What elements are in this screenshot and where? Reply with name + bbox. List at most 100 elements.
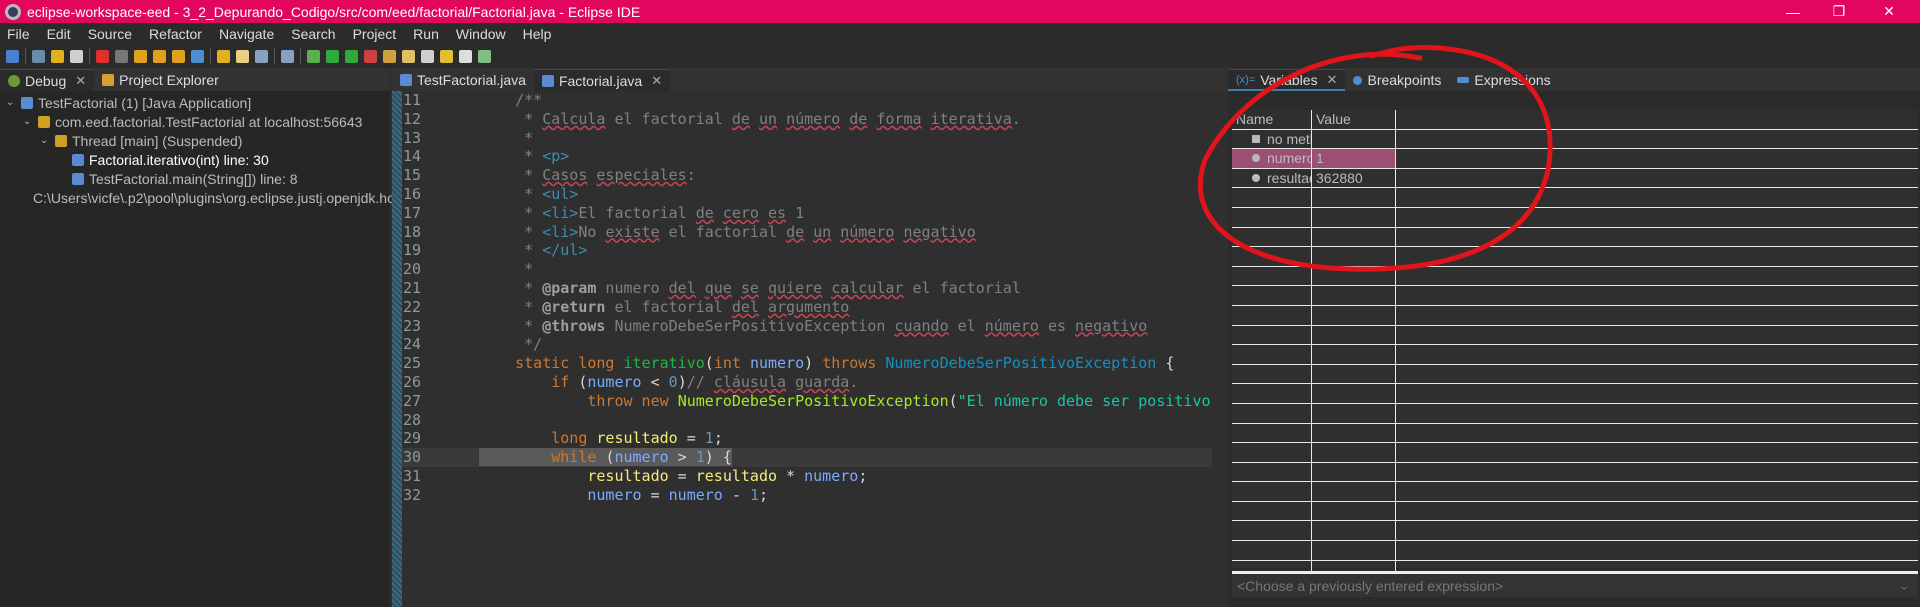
cell — [1396, 267, 1918, 286]
cell — [1396, 326, 1918, 345]
code-text: * — [479, 129, 533, 148]
code-token: * — [479, 297, 543, 316]
variable-row[interactable]: resultado362880 — [1232, 168, 1918, 189]
forward-icon[interactable] — [459, 49, 472, 63]
open-type-icon[interactable] — [383, 49, 396, 63]
code-token: NumeroDebeSerPositivoException — [677, 391, 949, 410]
code-line: 20 * — [402, 260, 1212, 279]
tree-item[interactable]: ⌄ Thread [main] (Suspended) — [0, 131, 390, 150]
terminate-icon[interactable] — [96, 49, 109, 63]
code-token: - — [722, 485, 750, 504]
debug-icon[interactable] — [307, 49, 320, 63]
menu-file[interactable]: File — [0, 26, 40, 42]
cell — [1312, 501, 1396, 521]
code-text: static long iterativo(int numero) throws… — [479, 354, 1174, 373]
tab-breakpoints[interactable]: Breakpoints — [1345, 69, 1449, 91]
menu-source[interactable]: Source — [81, 26, 142, 42]
menu-edit[interactable]: Edit — [40, 26, 81, 42]
console-icon[interactable] — [6, 49, 19, 63]
cell — [1312, 266, 1396, 286]
maximize-button[interactable]: ❐ — [1816, 0, 1862, 23]
menu-window[interactable]: Window — [449, 26, 516, 42]
code-token: > — [668, 448, 696, 467]
tree-item[interactable]: TestFactorial.main(String[]) line: 8 — [0, 169, 390, 188]
minimize-button[interactable]: — — [1770, 0, 1816, 23]
menu-project[interactable]: Project — [346, 26, 407, 42]
code-area[interactable]: 11 /** 12 * Calcula el factorial de un nú… — [402, 91, 1212, 607]
menu-run[interactable]: Run — [406, 26, 449, 42]
line-number: 22 — [403, 297, 422, 316]
menu-refactor[interactable]: Refactor — [142, 26, 212, 42]
use-step-filters-icon[interactable] — [217, 49, 230, 63]
cell — [1396, 384, 1918, 403]
back-icon[interactable] — [440, 49, 453, 63]
variable-row[interactable]: no metho — [1232, 129, 1918, 150]
step-into-icon[interactable] — [134, 49, 147, 63]
column-name[interactable]: Name — [1232, 110, 1312, 129]
code-token: : — [686, 166, 696, 185]
tab-variables[interactable]: (x)= Variables ✕ — [1228, 69, 1346, 91]
tab-testfactorial-java[interactable]: TestFactorial.java — [392, 69, 534, 91]
search-icon[interactable] — [402, 49, 415, 63]
close-tab-icon[interactable]: ✕ — [75, 73, 86, 89]
tab-debug[interactable]: Debug ✕ — [0, 69, 95, 91]
cell — [1396, 286, 1918, 305]
tab-project-explorer[interactable]: Project Explorer — [94, 69, 227, 91]
menu-help[interactable]: Help — [516, 26, 562, 42]
new-icon[interactable] — [236, 49, 249, 63]
empty-row — [1232, 403, 1918, 424]
close-tab-icon[interactable]: ✕ — [1327, 72, 1338, 88]
tree-item[interactable]: C:\Users\vicfe\.p2\pool\plugins\org.ecli… — [0, 188, 414, 207]
column-empty — [1396, 110, 1918, 129]
code-token: { — [1156, 354, 1175, 373]
chevron-down-icon[interactable]: ⌄ — [40, 135, 50, 146]
code-token: calcular — [831, 278, 904, 297]
open-perspective-icon[interactable] — [478, 49, 491, 63]
close-tab-icon[interactable]: ✕ — [651, 73, 662, 89]
suspend-icon[interactable] — [70, 49, 83, 63]
resume-icon[interactable] — [51, 49, 64, 63]
save-all-icon[interactable] — [281, 49, 294, 63]
external-tools-icon[interactable] — [364, 49, 377, 63]
chevron-down-icon[interactable]: ⌄ — [23, 116, 33, 127]
menu-navigate[interactable]: Navigate — [212, 26, 284, 42]
code-token: de — [786, 222, 805, 241]
tree-item[interactable]: ⌄ TestFactorial (1) [Java Application] — [0, 93, 390, 112]
step-over-icon[interactable] — [153, 49, 166, 63]
code-token: ) — [677, 372, 687, 391]
code-token: < — [641, 372, 669, 391]
stack-frame-icon — [72, 153, 84, 166]
expression-combo[interactable]: <Choose a previously entered expression>… — [1232, 571, 1918, 597]
code-token: negativo — [903, 222, 976, 241]
variable-name-text: numero — [1267, 150, 1312, 167]
chevron-down-icon[interactable]: ⌄ — [1898, 577, 1910, 594]
next-annotation-icon[interactable] — [421, 49, 434, 63]
expressions-icon — [1457, 77, 1470, 83]
cell — [1312, 521, 1396, 541]
step-return-icon[interactable] — [172, 49, 185, 63]
coverage-icon[interactable] — [345, 49, 358, 63]
variable-row[interactable]: numero 1 — [1232, 149, 1918, 169]
tab-label: Variables — [1260, 71, 1318, 88]
close-button[interactable]: ✕ — [1866, 0, 1912, 23]
tab-factorial-java[interactable]: Factorial.java ✕ — [533, 69, 671, 91]
variable-name: numero — [1232, 149, 1312, 168]
tree-item[interactable]: Factorial.iterativo(int) line: 30 — [0, 150, 390, 169]
tree-item[interactable]: ⌄ com.eed.factorial.TestFactorial at loca… — [0, 112, 390, 131]
chevron-down-icon[interactable]: ⌄ — [6, 97, 16, 108]
disconnect-icon[interactable] — [115, 49, 128, 63]
drop-to-frame-icon[interactable] — [191, 49, 204, 63]
column-value[interactable]: Value — [1312, 110, 1396, 129]
empty-row — [1232, 443, 1918, 463]
code-token: </ul> — [542, 241, 588, 260]
menu-search[interactable]: Search — [284, 26, 345, 42]
cell — [1232, 403, 1312, 423]
run-icon[interactable] — [326, 49, 339, 63]
save-icon[interactable] — [255, 49, 268, 63]
skip-breakpoints-icon[interactable] — [32, 49, 45, 63]
empty-row — [1232, 521, 1918, 542]
tab-expressions[interactable]: Expressions — [1449, 69, 1558, 91]
